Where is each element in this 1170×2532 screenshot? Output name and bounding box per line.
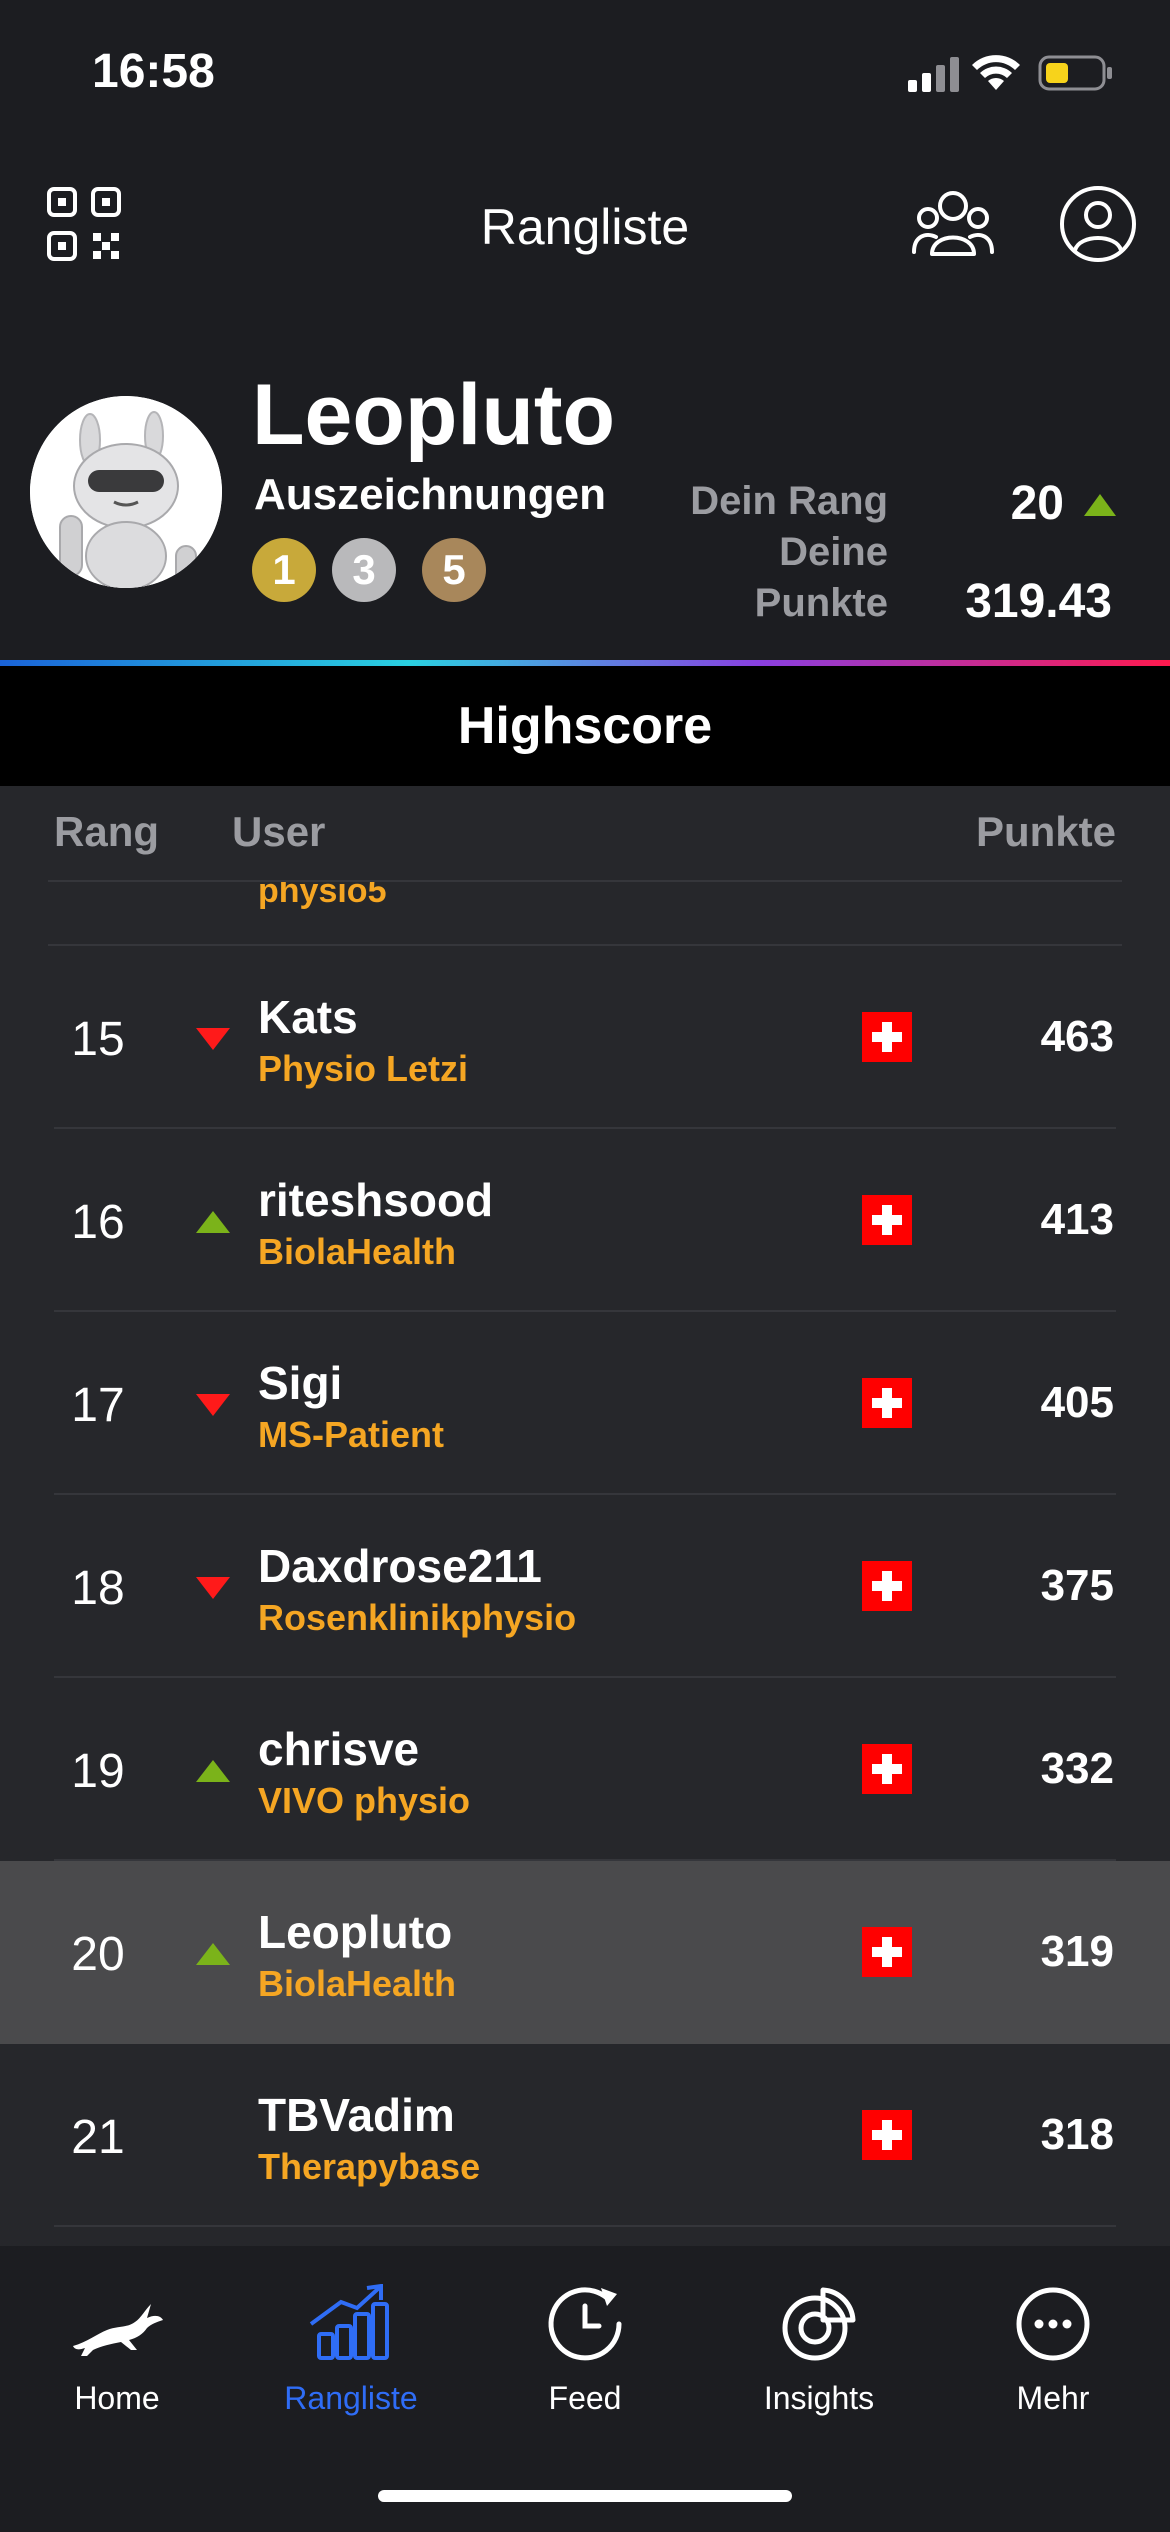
row-rank: 17	[71, 1379, 125, 1432]
pie-chart-icon	[782, 2287, 856, 2361]
row-points: 318	[1040, 2110, 1114, 2159]
row-team: Therapybase	[258, 2146, 481, 2187]
status-time: 16:58	[92, 45, 215, 98]
row-divider	[54, 2225, 1116, 2227]
table-row[interactable]: 21 TBVadim Therapybase 318	[0, 2044, 1170, 2227]
column-header-rank: Rang	[54, 808, 159, 855]
trend-up-icon	[1084, 494, 1116, 516]
tab-insights[interactable]: Insights	[702, 2246, 936, 2446]
swiss-flag-icon	[862, 1378, 912, 1428]
row-username: riteshsood	[258, 1174, 494, 1226]
table-row[interactable]: 17 Sigi MS-Patient 405	[0, 1312, 1170, 1495]
column-header-user: User	[232, 808, 326, 855]
highscore-table[interactable]: physio5 Rang User Punkte 15 Kats Physio Le…	[0, 786, 1170, 2246]
tab-label: Feed	[548, 2380, 622, 2416]
row-team: VIVO physio	[258, 1780, 471, 1821]
bronze-medal-badge[interactable]: 5	[422, 538, 486, 602]
row-team: Physio Letzi	[258, 1048, 469, 1089]
row-points: 463	[1040, 1012, 1114, 1061]
row-points: 405	[1040, 1378, 1114, 1427]
rank-labels: Dein Rang Deine Punkte	[688, 476, 888, 629]
profile-name: Leopluto	[252, 367, 616, 463]
nav-header: Rangliste	[0, 150, 1170, 300]
row-team: MS-Patient	[258, 1414, 445, 1455]
row-points: 413	[1040, 1195, 1114, 1244]
trend-down-icon	[196, 1577, 230, 1599]
hare-icon	[73, 2304, 163, 2356]
tab-label: Rangliste	[284, 2380, 418, 2416]
table-row-current-user[interactable]: 20 Leopluto BiolaHealth 319	[0, 1861, 1170, 2044]
swiss-flag-icon	[862, 1195, 912, 1245]
trend-down-icon	[196, 1394, 230, 1416]
avatar[interactable]	[30, 396, 222, 588]
row-username: TBVadim	[258, 2089, 455, 2141]
row-rank: 16	[71, 1196, 125, 1249]
rank-value: 20	[1010, 477, 1064, 530]
trend-up-icon	[196, 1943, 230, 1965]
swiss-flag-icon	[862, 1744, 912, 1794]
home-indicator[interactable]	[378, 2490, 792, 2502]
row-team: BiolaHealth	[258, 1963, 457, 2004]
robot-avatar-icon	[30, 396, 222, 588]
column-header-points: Punkte	[975, 808, 1116, 855]
points-label: Deine Punkte	[688, 527, 888, 629]
more-dots-icon	[1016, 2287, 1090, 2361]
row-rank: 15	[71, 1013, 125, 1066]
row-team: BiolaHealth	[258, 1231, 457, 1272]
row-username: Sigi	[258, 1357, 343, 1409]
gold-medal-badge[interactable]: 1	[252, 538, 316, 602]
swiss-flag-icon	[862, 2110, 912, 2160]
row-rank: 19	[71, 1745, 125, 1798]
wifi-icon	[972, 55, 1020, 90]
rank-label: Dein Rang	[690, 479, 888, 523]
points-label-text: Deine Punkte	[754, 530, 888, 625]
row-team: Rosenklinikphysio	[258, 1597, 577, 1638]
header-divider	[48, 880, 1122, 882]
row-points: 319	[1040, 1927, 1114, 1976]
battery-icon	[1038, 55, 1112, 91]
tab-mehr[interactable]: Mehr	[936, 2246, 1170, 2446]
trend-up-icon	[196, 1760, 230, 1782]
table-row[interactable]: 19 chrisve VIVO physio 332	[0, 1678, 1170, 1861]
row-rank: 18	[71, 1562, 125, 1615]
table-row[interactable]: 18 Daxdrose211 Rosenklinikphysio 375	[0, 1495, 1170, 1678]
tab-label: Insights	[763, 2380, 875, 2416]
ranking-chart-icon	[309, 2284, 389, 2360]
user-profile-icon[interactable]	[1058, 184, 1138, 264]
tab-feed[interactable]: Feed	[468, 2246, 702, 2446]
row-rank: 20	[71, 1928, 125, 1981]
row-username: chrisve	[258, 1723, 420, 1775]
row-username: Daxdrose211	[258, 1540, 542, 1592]
highscore-title: Highscore	[457, 697, 713, 755]
qr-code-icon[interactable]	[46, 186, 122, 262]
highscore-header: Highscore	[0, 666, 1170, 786]
row-username: Kats	[258, 991, 358, 1043]
clock-refresh-icon	[548, 2287, 622, 2361]
row-points: 375	[1040, 1561, 1114, 1610]
status-bar: 16:58	[0, 0, 1170, 150]
table-row[interactable]: 16 riteshsood BiolaHealth 413	[0, 1129, 1170, 1312]
trend-up-icon	[196, 1211, 230, 1233]
tab-rangliste[interactable]: Rangliste	[234, 2246, 468, 2446]
profile-summary: Leopluto Auszeichnungen 1 3 5 Dein Rang …	[0, 300, 1170, 662]
group-icon[interactable]	[910, 182, 996, 268]
cellular-signal-icon	[908, 57, 959, 92]
row-rank: 21	[71, 2111, 125, 2164]
table-row[interactable]: 15 Kats Physio Letzi 463	[0, 946, 1170, 1129]
swiss-flag-icon	[862, 1927, 912, 1977]
tab-home[interactable]: Home	[0, 2246, 234, 2446]
table-header: Rang User Punkte	[0, 786, 1170, 882]
tab-label: Home	[74, 2380, 160, 2416]
awards-label: Auszeichnungen	[254, 470, 607, 519]
swiss-flag-icon	[862, 1561, 912, 1611]
row-points: 332	[1040, 1744, 1114, 1793]
row-username: Leopluto	[258, 1906, 453, 1958]
trend-down-icon	[196, 1028, 230, 1050]
points-value: 319.43	[965, 575, 1112, 628]
swiss-flag-icon	[862, 1012, 912, 1062]
silver-medal-badge[interactable]: 3	[332, 538, 396, 602]
tab-label: Mehr	[1016, 2380, 1090, 2416]
